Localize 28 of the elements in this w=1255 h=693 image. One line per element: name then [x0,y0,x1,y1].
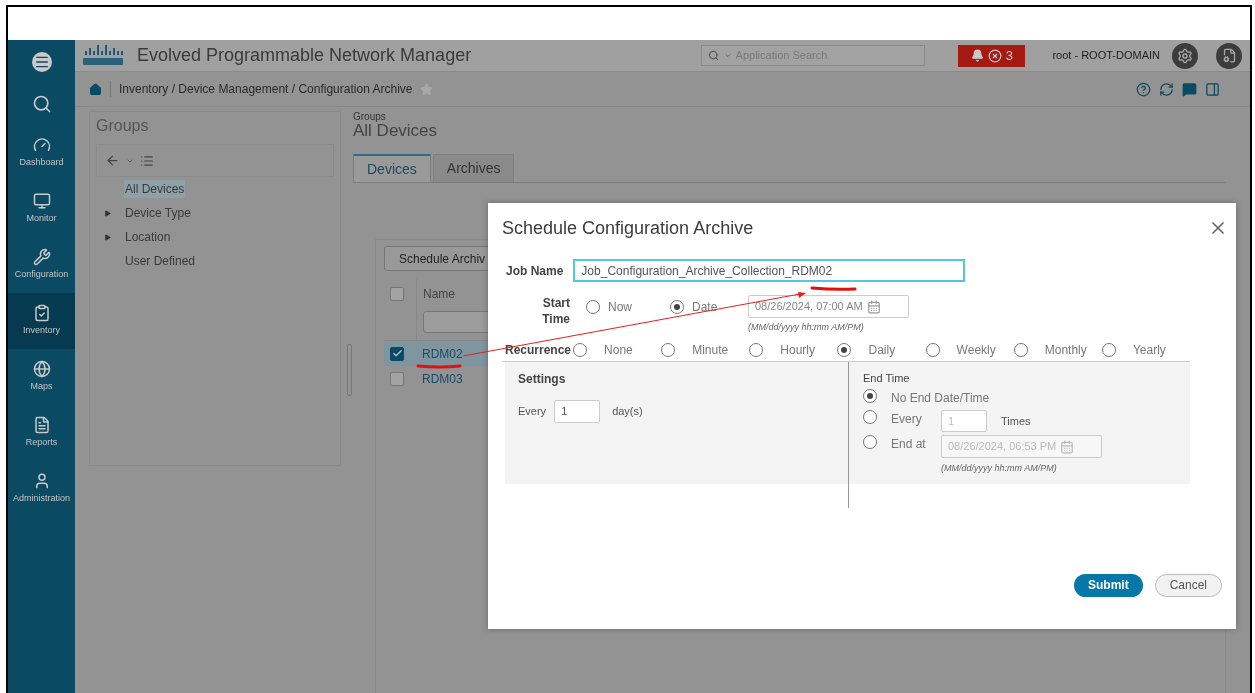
format-hint: (MM/dd/yyyy hh:mm AM/PM) [748,321,865,334]
breadcrumb: Inventory / Device Management / Configuration Archive [119,81,413,98]
option-label: Minute [692,341,729,359]
option-label: None [604,341,633,359]
field-label: Job Name [506,262,564,280]
option-label: Weekly [956,341,996,359]
option-label: Monthly [1044,341,1087,359]
option-label: Daily [868,341,896,359]
unit-label: Times [1001,413,1031,429]
section-title: All Devices [353,122,439,140]
section-subtitle: Groups [353,111,387,122]
field-label: Start Time [541,295,570,328]
unit-label: day(s) [612,403,643,419]
section-label: End Time [863,370,911,386]
option-label: Now [608,299,632,316]
option-label: Every [891,411,923,428]
panel-title: Groups [96,116,150,136]
option-label: Date [692,299,718,316]
field-label: Recurrence [505,341,572,359]
option-label: Hourly [780,341,815,359]
option-label: No End Date/Time [891,390,990,407]
product-title: Evolved Programmable Network Manager [137,44,472,67]
field-label: Every [518,403,547,419]
format-hint: (MM/dd/yyyy hh:mm AM/PM) [941,462,1058,475]
dialog-title: Schedule Configuration Archive [502,216,754,240]
section-label: Settings [518,370,567,388]
option-label: End at [891,436,927,453]
option-label: Yearly [1132,341,1166,359]
